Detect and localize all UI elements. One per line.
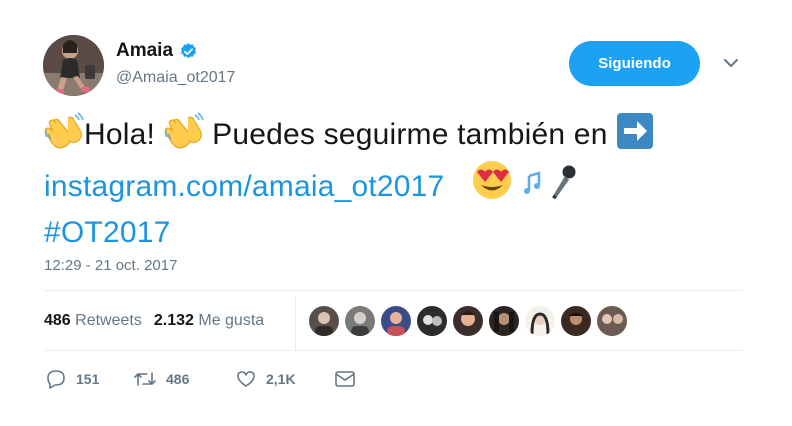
divider-bottom xyxy=(44,350,743,351)
liker-avatar[interactable] xyxy=(417,306,447,336)
likes-count: 2.132 xyxy=(153,312,194,329)
liker-avatar[interactable] xyxy=(345,306,375,336)
like-count: 2,1K xyxy=(266,371,296,387)
retweets-count: 486 xyxy=(44,312,71,329)
divider-top xyxy=(44,290,743,291)
like-icon xyxy=(237,371,255,387)
avatar[interactable] xyxy=(43,35,104,96)
reply-count: 151 xyxy=(76,371,100,387)
liker-avatar[interactable] xyxy=(561,306,591,336)
retweet-button[interactable]: 486 xyxy=(134,369,236,389)
microphone-emoji-icon xyxy=(552,165,576,200)
tweet-actions: 151 486 2,1K xyxy=(46,369,356,389)
user-name-text[interactable]: Amaia xyxy=(116,40,173,62)
tweet-text-hola: Hola! xyxy=(84,118,156,151)
retweets-stat[interactable]: 486 Retweets xyxy=(44,312,142,330)
retweets-label: Retweets xyxy=(75,312,142,329)
message-button[interactable] xyxy=(334,370,356,388)
liker-avatar[interactable] xyxy=(597,306,627,336)
instagram-link[interactable]: instagram.com/amaia_ot2017 xyxy=(44,170,444,203)
retweet-count: 486 xyxy=(166,371,190,387)
like-button[interactable]: 2,1K xyxy=(236,369,334,389)
tweet-timestamp[interactable]: 12:29 - 21 oct. 2017 xyxy=(44,257,177,274)
right-arrow-emoji-icon xyxy=(617,113,654,149)
likes-stat[interactable]: 2.132 Me gusta xyxy=(154,312,264,330)
liker-avatar[interactable] xyxy=(381,306,411,336)
waving-hands-emoji-icon xyxy=(164,112,204,149)
liker-avatar[interactable] xyxy=(453,306,483,336)
retweet-icon xyxy=(134,372,156,386)
tweet-text-puedes: Puedes seguirme también en xyxy=(212,118,608,151)
hashtag-ot2017-link[interactable]: #OT2017 xyxy=(44,216,170,249)
music-notes-emoji-icon xyxy=(523,171,540,194)
heart-eyes-emoji-icon xyxy=(473,161,512,199)
waving-hands-emoji-icon xyxy=(44,112,84,149)
user-handle[interactable]: @Amaia_ot2017 xyxy=(116,69,235,87)
liker-avatar[interactable] xyxy=(309,306,339,336)
chevron-down-icon[interactable] xyxy=(722,56,740,70)
verified-badge-icon xyxy=(181,42,197,58)
liker-avatar[interactable] xyxy=(489,306,519,336)
tweet-text: Hola! Puedes seguirme también en instagr… xyxy=(44,112,764,256)
reply-icon xyxy=(47,370,65,389)
tweet-stats: 486 Retweets 2.132 Me gusta xyxy=(44,312,264,330)
liker-avatar[interactable] xyxy=(525,306,555,336)
message-icon xyxy=(335,371,355,387)
following-button[interactable]: Siguiendo xyxy=(569,41,700,86)
stats-divider xyxy=(295,296,296,350)
likers-avatars xyxy=(309,306,627,336)
likes-label: Me gusta xyxy=(198,312,265,329)
user-name[interactable]: Amaia xyxy=(116,40,198,62)
reply-button[interactable]: 151 xyxy=(46,369,134,389)
